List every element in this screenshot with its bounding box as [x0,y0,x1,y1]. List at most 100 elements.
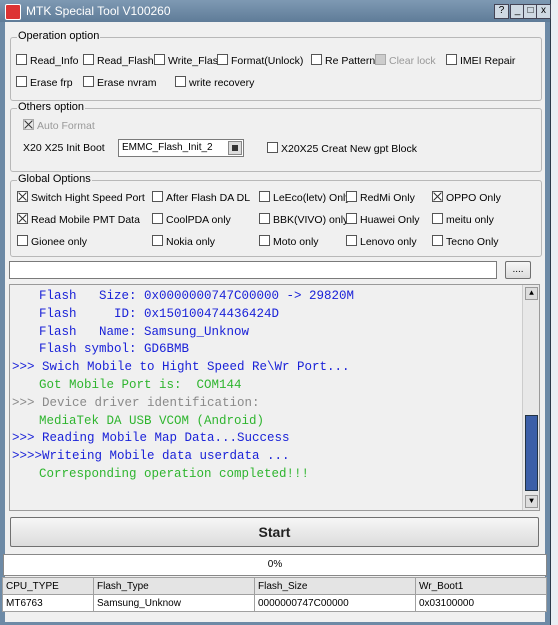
checkbox-after-flash-da[interactable]: After Flash DA DL [152,191,250,204]
checkbox-huawei-only[interactable]: Huawei Only [346,213,420,226]
checkbox-icon [346,213,357,224]
checkbox-label: Read_Info [30,55,79,67]
window-title: MTK Special Tool V100260 [26,4,171,18]
checkbox-write-recovery[interactable]: write recovery [175,76,254,89]
checkbox-label: RedMi Only [360,192,415,204]
boot-select-value: EMMC_Flash_Init_2 [122,142,213,153]
scroll-thumb[interactable] [525,415,538,491]
file-path-input[interactable] [9,261,497,279]
global-group: Global Options Switch Hight Speed Port A… [10,173,542,257]
table-cell: 0x03100000 [415,594,547,612]
help-button[interactable]: ? [494,4,509,19]
info-table: CPU_TYPE Flash_Type Flash_Size Wr_Boot1 … [2,577,547,612]
checkbox-bbk-only[interactable]: BBK(VIVO) only [259,213,348,226]
checkbox-nokia-only[interactable]: Nokia only [152,235,215,248]
checkbox-read-info[interactable]: Read_Info [16,54,78,67]
checkbox-read-flash[interactable]: Read_Flash [83,54,154,67]
browse-button[interactable]: .... [505,261,531,279]
checkbox-oppo-only[interactable]: OPPO Only [432,191,501,204]
progress-text: 0% [267,559,283,570]
checkbox-icon [217,54,228,65]
operation-legend: Operation option [17,30,101,42]
checkbox-label: meitu only [446,214,494,226]
checkbox-read-pmt[interactable]: Read Mobile PMT Data [17,213,140,226]
log-line: Corresponding operation completed!!! [39,467,310,481]
checkbox-label: Tecno Only [446,236,499,248]
checkbox-lenovo-only[interactable]: Lenovo only [346,235,417,248]
checkbox-label: IMEI Repair [460,55,516,67]
checkbox-icon [17,191,28,202]
checkbox-label: LeEco(letv) Only [273,192,351,204]
checkbox-format-unlock[interactable]: Format(Unlock) [217,54,303,67]
table-header: Flash_Type [93,577,255,595]
progress-bar: 0% [3,554,547,576]
checkbox-icon [83,76,94,87]
scroll-up-icon[interactable]: ▲ [525,287,538,300]
log-line: >>> Reading Mobile Map Data...Success [12,431,290,446]
table-header: CPU_TYPE [2,577,94,595]
checkbox-redmi-only[interactable]: RedMi Only [346,191,415,204]
checkbox-icon [259,213,270,224]
checkbox-label: Nokia only [166,236,216,248]
checkbox-icon [23,119,34,130]
checkbox-switch-speed-port[interactable]: Switch Hight Speed Port [17,191,145,204]
checkbox-label: Lenovo only [360,236,417,248]
checkbox-icon [83,54,94,65]
checkbox-icon [16,54,27,65]
checkbox-label: Moto only [273,236,319,248]
log-line: >>> Swich Mobile to Hight Speed Re\Wr Po… [12,360,350,375]
checkbox-icon [267,142,278,153]
checkbox-erase-frp[interactable]: Erase frp [16,76,73,89]
checkbox-icon [16,76,27,87]
table-cell: Samsung_Unknow [93,594,255,612]
checkbox-label: Read Mobile PMT Data [31,214,140,226]
checkbox-label: BBK(VIVO) only [273,214,349,226]
title-bar[interactable]: MTK Special Tool V100260 ? _ □ x [0,0,551,22]
checkbox-label: Format(Unlock) [231,55,304,67]
checkbox-meitu-only[interactable]: meitu only [432,213,494,226]
checkbox-label: X20X25 Creat New gpt Block [281,143,417,155]
checkbox-label: Write_Flash [168,55,224,67]
log-line: MediaTek DA USB VCOM (Android) [39,413,265,428]
log-line: Flash Name: Samsung_Unknow [39,324,250,339]
checkbox-icon [346,235,357,246]
checkbox-icon [346,191,357,202]
log-line: Flash Size: 0x0000000747C00000 -> 29820M [39,289,355,303]
checkbox-icon [375,54,386,65]
client-area: Operation option Read_Info Read_Flash Wr… [2,22,547,622]
log-line: Flash ID: 0x150100474436424D [39,306,280,321]
checkbox-coolpda-only[interactable]: CoolPDA only [152,213,231,226]
checkbox-label: Clear lock [389,55,436,67]
log-scrollbar[interactable]: ▲ ▼ [522,285,539,510]
close-button[interactable]: x [536,4,551,19]
scroll-down-icon[interactable]: ▼ [525,495,538,508]
checkbox-icon [17,213,28,224]
checkbox-creat-gpt[interactable]: X20X25 Creat New gpt Block [267,142,417,155]
checkbox-leeco-only[interactable]: LeEco(letv) Only [259,191,351,204]
boot-select[interactable]: EMMC_Flash_Init_2 [118,139,244,157]
checkbox-imei-repair[interactable]: IMEI Repair [446,54,515,67]
checkbox-icon [432,235,443,246]
checkbox-label: After Flash DA DL [166,192,251,204]
checkbox-write-flash[interactable]: Write_Flash [154,54,224,67]
checkbox-icon [259,191,270,202]
checkbox-icon [432,213,443,224]
checkbox-label: Gionee only [31,236,88,248]
background-window-strip [551,0,558,625]
table-row[interactable]: MT6763 Samsung_Unknow 0000000747C00000 0… [2,594,547,612]
checkbox-icon [311,54,322,65]
checkbox-tecno-only[interactable]: Tecno Only [432,235,499,248]
checkbox-icon [152,213,163,224]
checkbox-erase-nvram[interactable]: Erase nvram [83,76,157,89]
checkbox-clear-lock[interactable]: Clear lock [375,54,436,67]
global-legend: Global Options [17,173,92,185]
start-button[interactable]: Start [10,517,539,547]
checkbox-auto-format[interactable]: Auto Format [23,119,95,132]
checkbox-gionee-only[interactable]: Gionee only [17,235,87,248]
main-window: MTK Special Tool V100260 ? _ □ x Operati… [0,0,551,625]
checkbox-icon [17,235,28,246]
table-cell: 0000000747C00000 [254,594,416,612]
table-cell: MT6763 [2,594,94,612]
checkbox-icon [432,191,443,202]
checkbox-moto-only[interactable]: Moto only [259,235,319,248]
